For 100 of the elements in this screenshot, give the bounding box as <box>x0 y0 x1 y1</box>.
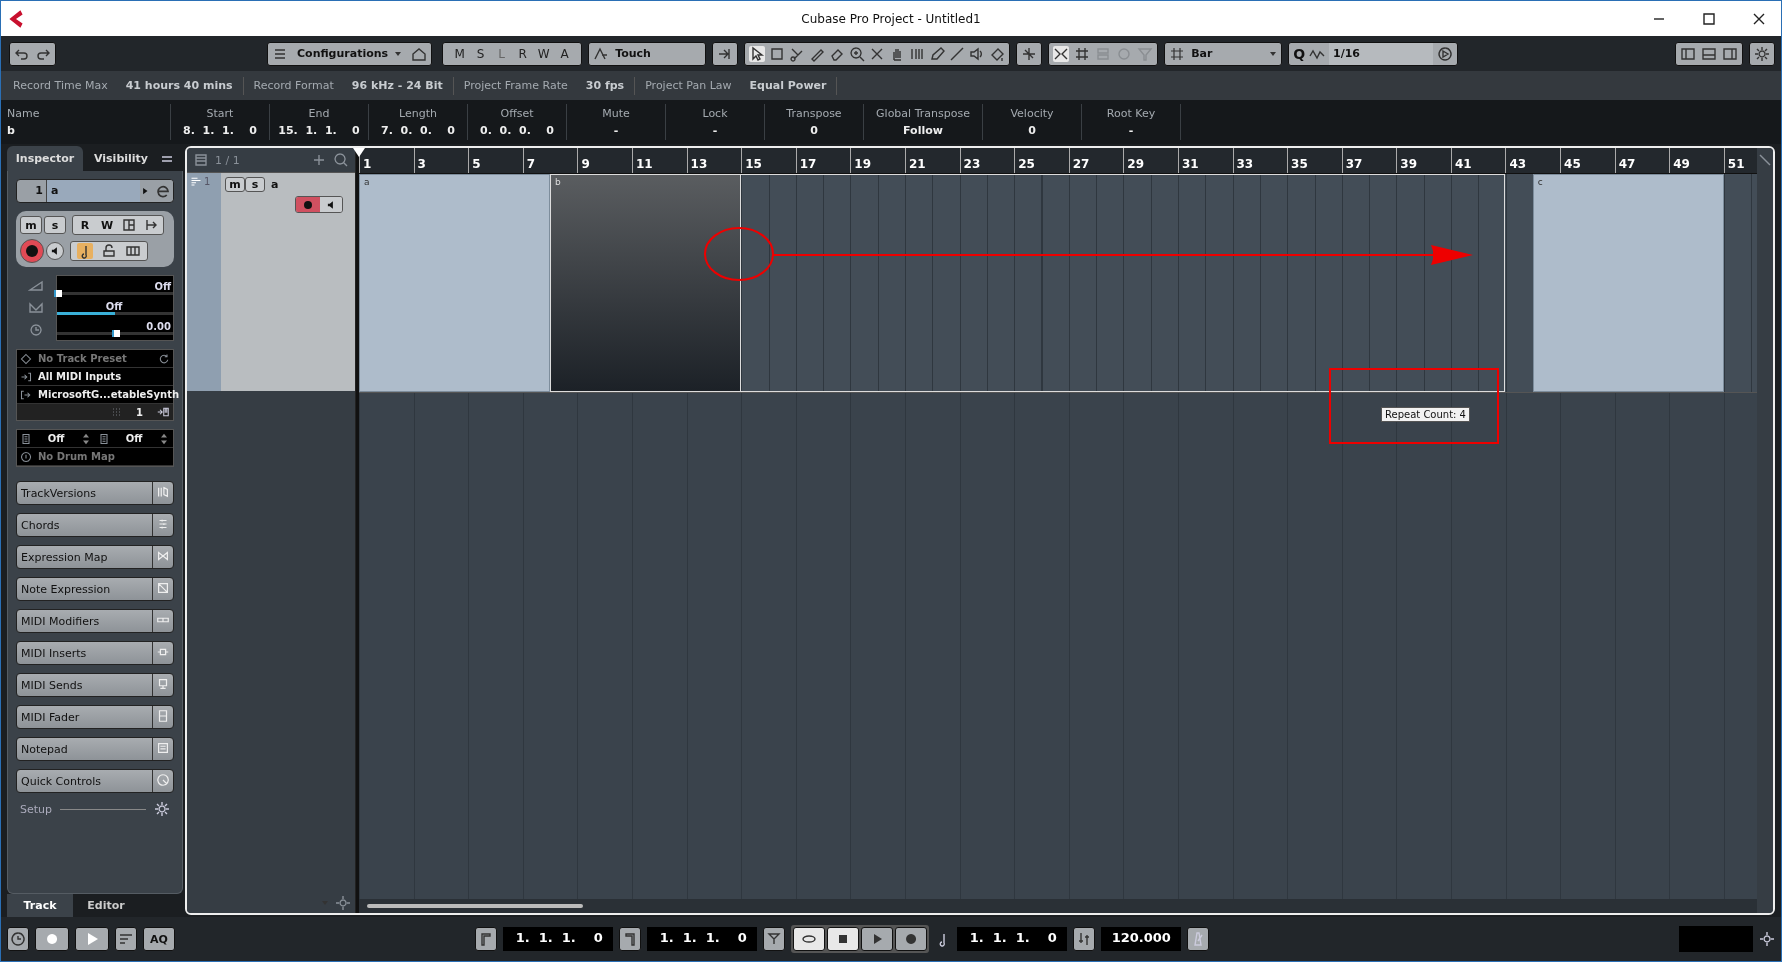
keyboard-icon[interactable] <box>125 243 141 259</box>
midi-event[interactable]: a <box>359 174 551 392</box>
up-down-arrows-icon[interactable] <box>158 432 170 445</box>
right-locator-field[interactable]: 1. 1. 1. 0 <box>646 927 757 951</box>
add-track-icon[interactable] <box>311 152 327 168</box>
track-versions-icon[interactable] <box>156 485 170 499</box>
record-enable-button[interactable] <box>20 239 44 263</box>
automation-toggle[interactable]: A <box>554 46 576 61</box>
midi-event[interactable]: b <box>550 174 742 392</box>
cycle-button[interactable] <box>792 927 825 951</box>
line-tool-icon[interactable] <box>949 45 966 62</box>
mute-button[interactable]: m <box>20 216 42 234</box>
bank-field[interactable]: Off <box>38 433 74 444</box>
info-label: Project Pan Law <box>645 79 732 92</box>
inspector-tab[interactable]: Inspector <box>7 146 83 171</box>
midi-input-field[interactable]: All MIDI Inputs <box>38 371 122 382</box>
info-value[interactable]: 41 hours 40 mins <box>125 79 233 92</box>
event-info-value[interactable]: - <box>613 124 619 137</box>
caret-icon[interactable] <box>394 49 403 58</box>
track-name[interactable]: a <box>271 178 279 191</box>
edit-instrument-arrow-icon[interactable] <box>157 406 169 418</box>
automation-mode-dropdown[interactable]: Touch <box>588 41 707 66</box>
event-info-value[interactable]: 8. 1. 1. 0 <box>183 124 257 137</box>
snap-mode-icon[interactable] <box>1053 45 1070 62</box>
drum-map-icon[interactable] <box>20 450 32 463</box>
lock-icon[interactable] <box>101 243 117 259</box>
solo-button[interactable]: s <box>44 216 66 234</box>
inspector-bottom-tab[interactable]: Track <box>7 894 73 917</box>
event-info-value[interactable]: 0 <box>1028 124 1036 137</box>
delay-icon[interactable] <box>28 322 44 338</box>
mute-button[interactable]: m <box>225 177 245 192</box>
position-field[interactable]: 1. 1. 1. 0 <box>956 927 1067 951</box>
event-info-value[interactable]: b <box>7 124 15 137</box>
expand-icon[interactable] <box>1757 152 1773 168</box>
lanes-icon[interactable] <box>121 217 137 233</box>
maximize-icon[interactable] <box>1701 10 1717 27</box>
info-value[interactable]: 30 fps <box>585 79 625 92</box>
volume-icon[interactable] <box>28 278 44 294</box>
caret-icon[interactable] <box>1269 49 1278 58</box>
program-field[interactable]: Off <box>116 433 152 444</box>
event-info-value[interactable]: 0. 0. 0. 0 <box>480 124 554 137</box>
tempo-field[interactable]: 120.000 <box>1100 927 1181 951</box>
delay-slider[interactable] <box>57 332 173 335</box>
zoom-tool-icon[interactable] <box>849 45 866 62</box>
preset-icon[interactable] <box>20 352 32 365</box>
midi-output-field[interactable]: MicrosoftG...etableSynth <box>38 389 180 400</box>
lower-zone-icon[interactable] <box>1701 45 1717 62</box>
left-zone-icon[interactable] <box>1680 45 1696 62</box>
horizontal-scrollbar[interactable] <box>359 899 1757 913</box>
record-enable-button[interactable] <box>296 197 320 212</box>
event-info-value[interactable]: 15. 1. 1. 0 <box>278 124 360 137</box>
pan-icon[interactable] <box>28 300 44 316</box>
info-value[interactable]: Equal Power <box>749 79 827 92</box>
volume-slider[interactable] <box>57 292 173 295</box>
track-header[interactable]: 1 m s a <box>187 172 355 391</box>
track-preset-field[interactable]: No Track Preset <box>38 353 127 364</box>
snap-icon[interactable] <box>1021 45 1038 62</box>
grid-icon[interactable] <box>1074 45 1091 62</box>
bank-icon[interactable] <box>20 432 32 445</box>
range-tool-icon[interactable] <box>769 45 786 62</box>
drum-map-field[interactable]: No Drum Map <box>38 451 115 462</box>
midi-channel-field[interactable]: 1 <box>136 406 143 418</box>
search-icon[interactable] <box>333 152 349 168</box>
event-info-value[interactable]: 0 <box>810 124 818 137</box>
speaker-icon[interactable] <box>326 199 336 210</box>
edit-in-place-icon[interactable] <box>143 217 159 233</box>
track-list-menu-icon[interactable] <box>193 152 209 168</box>
program-icon[interactable] <box>98 432 110 445</box>
speaker-icon[interactable] <box>50 246 60 256</box>
quantize-apply-icon[interactable] <box>1437 45 1454 62</box>
event-info-label: Start <box>206 107 234 120</box>
settings-icon[interactable] <box>1754 45 1770 62</box>
automation-toggle[interactable]: W <box>533 46 555 61</box>
midi-event[interactable]: c <box>1532 174 1724 392</box>
automation-toggle[interactable]: R <box>512 46 534 61</box>
right-zone-icon[interactable] <box>1722 45 1738 62</box>
bar-number: 21 <box>904 148 960 173</box>
output-icon[interactable] <box>20 388 32 401</box>
grid-icon <box>1169 45 1186 62</box>
quantize-dropdown[interactable]: 1/16 <box>1329 42 1434 65</box>
reload-icon[interactable] <box>158 352 170 365</box>
note-icon[interactable] <box>77 243 93 259</box>
pointer-tool-icon[interactable] <box>749 45 766 62</box>
draw-tool-icon[interactable] <box>929 45 946 62</box>
solo-button[interactable]: s <box>245 177 265 192</box>
event-info-value[interactable]: - <box>1128 124 1134 137</box>
grid-type-dropdown[interactable]: Bar <box>1164 41 1283 66</box>
info-value[interactable]: 96 kHz - 24 Bit <box>351 79 443 92</box>
pan-slider[interactable] <box>57 312 173 315</box>
event-info-value[interactable]: - <box>712 124 718 137</box>
midi-track-icon[interactable] <box>190 176 202 188</box>
input-icon[interactable] <box>20 370 32 383</box>
auto-quantize-button[interactable]: AQ <box>143 927 175 951</box>
automation-toggle[interactable]: S <box>470 46 492 61</box>
left-locator-field[interactable]: 1. 1. 1. 0 <box>502 927 613 951</box>
up-down-arrows-icon[interactable] <box>80 432 92 445</box>
automation-toggle[interactable]: M <box>449 46 471 61</box>
event-info-value[interactable]: 7. 0. 0. 0 <box>381 124 455 137</box>
home-icon[interactable] <box>411 45 428 62</box>
event-info-value[interactable]: Follow <box>903 124 943 137</box>
